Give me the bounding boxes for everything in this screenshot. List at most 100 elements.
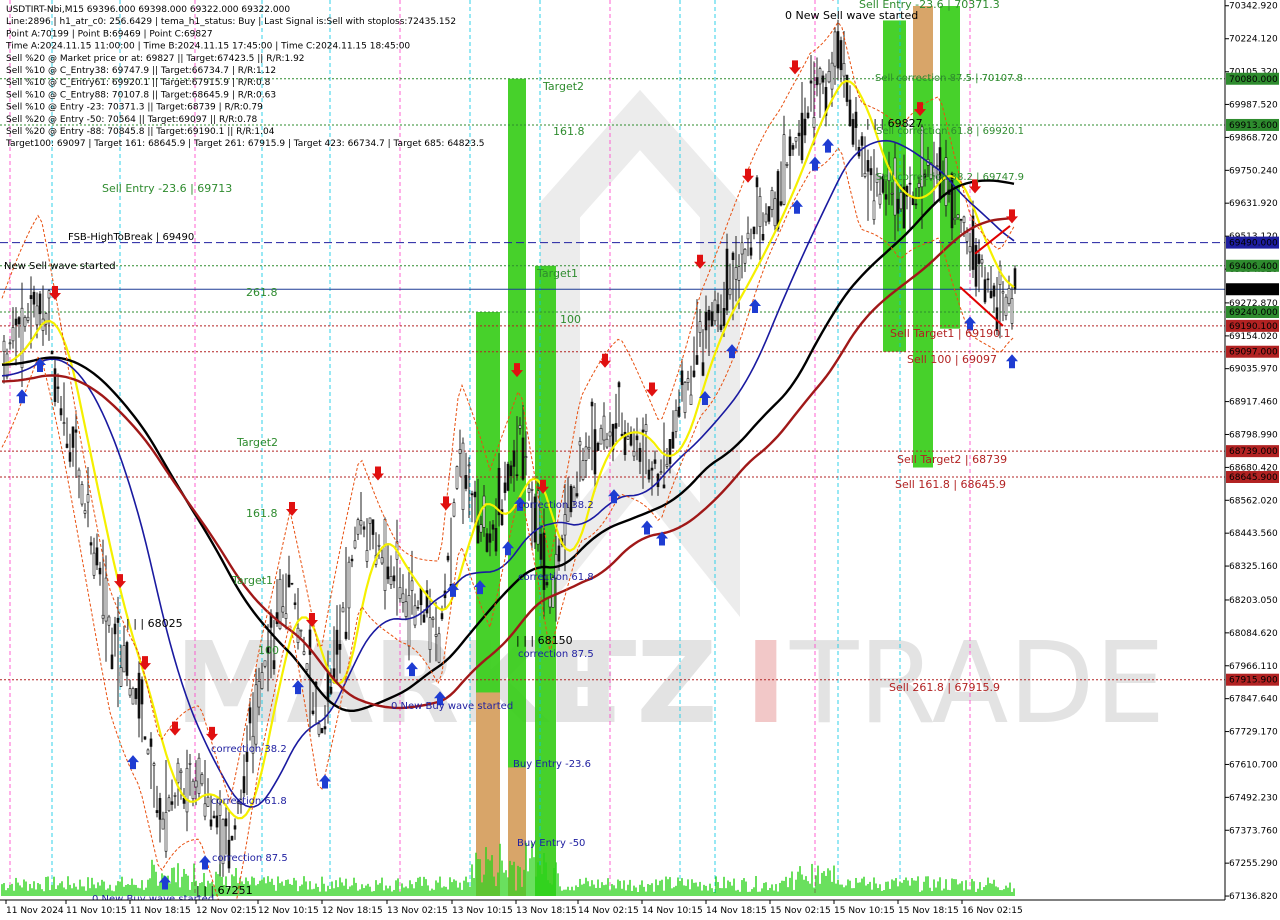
candle-body [452,502,456,517]
level-tag-label-5: 69240.000 [1229,308,1278,318]
candle-body [842,63,846,77]
candle-body [644,424,648,432]
candle-body [335,629,339,655]
annotation-13: Target1 [536,267,578,280]
price-tick-label-23: 67610.700 [1229,760,1278,770]
candle-body [110,654,114,670]
candle-body [299,629,303,632]
candle-body [530,489,534,491]
candle-body [851,119,855,145]
candle-body [485,533,489,552]
candle-body [134,688,138,699]
price-tick-label-16: 68443.560 [1229,529,1278,539]
level-tag-label-1: 69913.600 [1229,121,1278,131]
candle-body [584,446,588,461]
candle-body [50,350,54,355]
candle-body [317,723,321,735]
candle-body [971,215,975,270]
info-line-8: Sell %10 @ Entry -23: 70371.3 || Target:… [6,103,263,113]
candle-body [1007,288,1011,304]
candle-body [734,267,738,280]
candle-body [47,290,51,299]
candle-body [464,475,468,489]
candle-body [488,533,492,543]
candle-body [563,514,567,536]
candle-body [626,436,630,440]
candle-body [704,311,708,331]
candle-body [476,525,480,544]
candle-body [953,217,957,221]
candle-body [11,327,15,342]
candle-body [146,749,150,755]
candle-body [764,213,768,223]
candle-body [260,672,264,689]
time-tick-label-14: 15 Nov 18:15 [898,906,959,916]
candle-body [839,40,843,71]
level-tag-label-3: 69406.400 [1229,262,1278,272]
candle-body [959,219,963,221]
level-tag-label-2: 69490.000 [1229,239,1278,249]
candle-body [383,519,387,591]
candle-body [641,429,645,433]
candle-body [719,324,723,330]
price-tick-label-13: 68798.990 [1229,430,1278,440]
annotation-11: Target2 [542,80,584,93]
candle-body [914,203,918,206]
annotation-12: 161.8 [553,125,585,138]
candle-body [632,451,636,457]
candle-body [848,99,852,127]
price-tick-label-17: 68325.160 [1229,562,1278,572]
candle-body [35,305,39,326]
price-chart: MARKETZ I TRADE 0 New Sell wave startedSel… [0,0,1280,920]
candle-body [806,112,810,118]
candle-body [380,557,384,564]
candle-body [209,819,213,827]
candle-body [350,558,354,562]
candle-body [785,164,789,166]
candle-body [284,613,288,619]
candle-body [164,812,168,852]
candle-body [575,493,579,497]
candle-body [722,308,726,326]
candle-body [230,835,234,841]
candle-body [272,660,276,670]
candle-body [908,182,912,185]
candle-body [467,464,471,467]
candle-body [809,80,813,84]
candle-body [578,441,582,446]
candle-body [140,679,144,705]
time-tick-label-10: 14 Nov 10:15 [642,906,703,916]
candle-body [416,607,420,609]
info-line-3: Time A:2024.11.15 11:00:00 | Time B:2024… [5,42,410,52]
candle-body [707,309,711,321]
info-line-0: USDTIRT-Nbi,M15 69396.000 69398.000 6932… [6,5,290,15]
candle-body [344,631,348,639]
candle-body [635,435,639,441]
candle-body [158,798,162,820]
info-line-10: Sell %20 @ Entry -88: 70845.8 || Target:… [6,127,275,137]
candle-body [14,318,18,326]
candle-body [518,425,522,429]
annotation-26: correction 87.5 [212,853,288,864]
info-line-1: Line:2896 | h1_atr_c0: 256.6429 | tema_h… [6,17,456,27]
candle-body [989,290,993,299]
level-tag-label-4: 69322.000 [1229,285,1278,295]
candle-body [821,75,825,83]
candle-body [587,446,591,450]
candle-body [845,74,849,102]
candle-body [983,279,987,303]
level-tag-label-8: 68739.000 [1229,447,1278,457]
candle-body [203,803,207,817]
candle-body [752,226,756,235]
candle-body [392,575,396,582]
candle-body [233,825,237,830]
price-tick-label-26: 67255.290 [1229,859,1278,869]
candle-body [716,304,720,314]
price-tick-label-24: 67492.230 [1229,793,1278,803]
candle-body [527,488,531,493]
info-line-2: Point A:70199 | Point B:69469 | Point C:… [6,29,213,39]
candle-body [1001,291,1005,294]
watermark-text-i: I [745,619,787,749]
candle-body [377,544,381,547]
price-tick-label-22: 67729.170 [1229,728,1278,738]
